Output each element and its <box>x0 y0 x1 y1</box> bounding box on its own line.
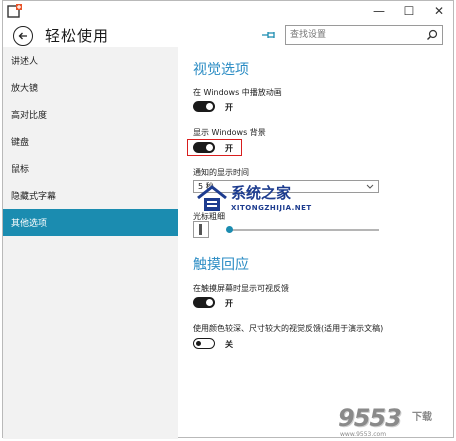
sidebar-item-mouse[interactable]: 鼠标 <box>3 155 178 182</box>
watermark: 系统之家 XITONGZHIJIA.NET <box>195 182 365 216</box>
settings-window: — ☐ ✕ 轻松使用 讲述人 放大镜 高对比度 键盘 鼠标 隐藏式字幕 <box>2 0 454 439</box>
search-input[interactable] <box>290 27 420 43</box>
house-logo-icon <box>197 185 227 211</box>
dark-feedback-label: 使用颜色较深、尺寸较大的视觉反馈(适用于演示文稿) <box>193 324 384 333</box>
page-title: 轻松使用 <box>45 27 110 45</box>
animation-toggle-state: 开 <box>225 103 233 112</box>
background-label: 显示 Windows 背景 <box>193 128 266 137</box>
pin-icon[interactable] <box>261 29 277 41</box>
close-button[interactable]: ✕ <box>431 3 447 19</box>
corner-watermark-sub: 下载 <box>412 412 432 423</box>
sidebar-item-other-options[interactable]: 其他选项 <box>3 209 178 236</box>
search-box[interactable] <box>285 25 443 45</box>
title-bar: — ☐ ✕ <box>3 1 453 23</box>
dark-feedback-toggle-state: 关 <box>225 340 233 349</box>
back-button[interactable] <box>13 26 33 46</box>
chevron-down-icon <box>366 184 374 189</box>
watermark-url: XITONGZHIJIA.NET <box>231 204 312 212</box>
sidebar-item-keyboard[interactable]: 键盘 <box>3 128 178 155</box>
corner-watermark: 9553 下载 www.9553.com <box>338 404 454 438</box>
app-icon <box>7 4 22 18</box>
animation-toggle[interactable] <box>193 101 215 112</box>
minimize-button[interactable]: — <box>371 3 387 19</box>
section-title-touch: 触摸回应 <box>193 257 249 273</box>
dark-feedback-toggle[interactable] <box>193 338 215 349</box>
corner-watermark-number: 9553 <box>338 404 402 432</box>
header: 轻松使用 <box>3 23 453 47</box>
animation-label: 在 Windows 中播放动画 <box>193 88 282 97</box>
sidebar-item-high-contrast[interactable]: 高对比度 <box>3 101 178 128</box>
search-icon[interactable] <box>426 29 438 41</box>
section-title-visual: 视觉选项 <box>193 62 249 78</box>
cursor-thickness-slider-track[interactable] <box>227 229 379 231</box>
cursor-thickness-slider-handle[interactable] <box>226 226 233 233</box>
sidebar: 讲述人 放大镜 高对比度 键盘 鼠标 隐藏式字幕 其他选项 <box>3 47 178 439</box>
background-toggle-state: 开 <box>225 144 233 153</box>
notification-time-label: 通知的显示时间 <box>193 168 249 177</box>
background-toggle[interactable] <box>193 142 215 153</box>
watermark-title: 系统之家 <box>231 184 292 202</box>
touch-feedback-toggle-state: 开 <box>225 299 233 308</box>
maximize-button[interactable]: ☐ <box>401 3 417 19</box>
sidebar-item-narrator[interactable]: 讲述人 <box>3 47 178 74</box>
corner-watermark-url: www.9553.com <box>340 431 387 438</box>
window-controls: — ☐ ✕ <box>371 3 447 19</box>
cursor-thickness-preview <box>193 221 209 238</box>
touch-feedback-label: 在触摸屏幕时显示可视反馈 <box>193 284 289 293</box>
touch-feedback-toggle[interactable] <box>193 297 215 308</box>
back-arrow-icon <box>18 32 27 40</box>
sidebar-item-magnifier[interactable]: 放大镜 <box>3 74 178 101</box>
sidebar-item-closed-captions[interactable]: 隐藏式字幕 <box>3 182 178 209</box>
